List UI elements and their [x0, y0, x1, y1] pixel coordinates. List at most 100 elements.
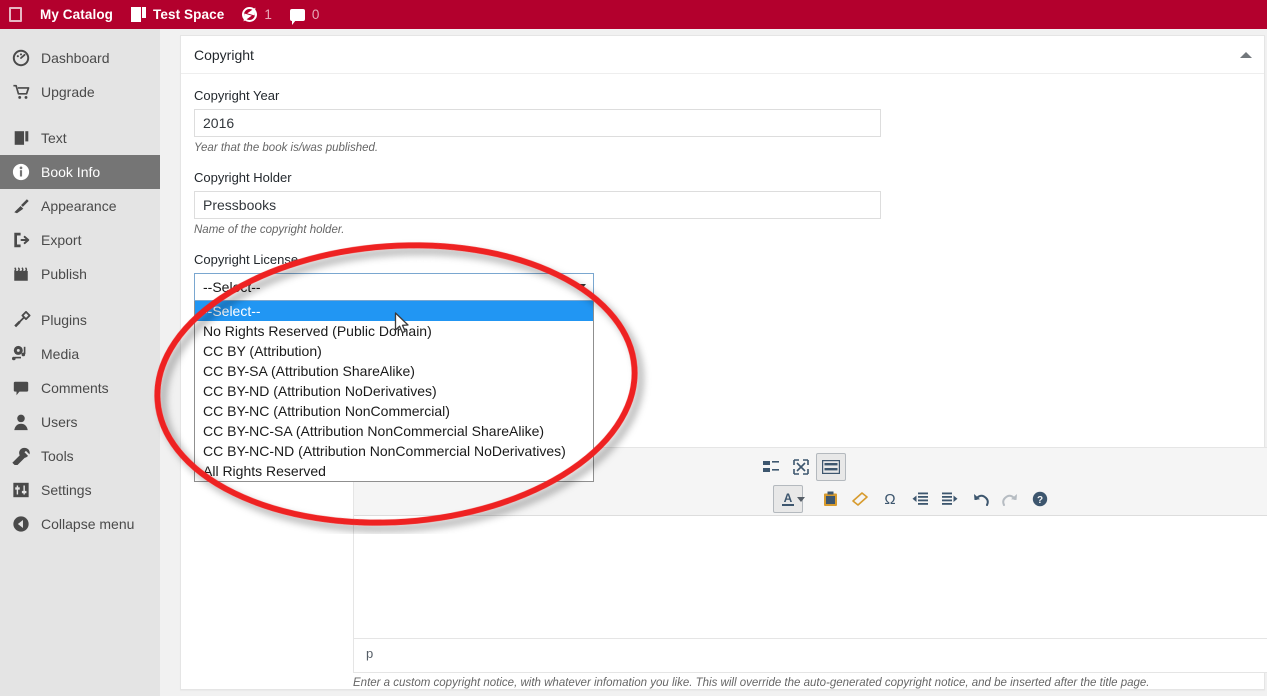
sidebar-item-tools[interactable]: Tools [0, 439, 160, 473]
special-character-icon[interactable]: Ω [875, 485, 905, 513]
wrench-icon [10, 446, 32, 466]
sidebar-item-label: Appearance [41, 198, 117, 214]
sidebar-item-comments[interactable]: Comments [0, 371, 160, 405]
paste-as-text-icon[interactable] [815, 485, 845, 513]
admin-sidebar: Dashboard Upgrade Text Book Info Appeara… [0, 29, 160, 696]
undo-icon[interactable] [965, 485, 995, 513]
cart-icon [10, 82, 32, 102]
editor-element-path: p [366, 646, 374, 661]
svg-text:A: A [784, 491, 793, 505]
license-option[interactable]: All Rights Reserved [195, 461, 593, 481]
book-outline-icon [9, 7, 22, 22]
sidebar-item-export[interactable]: Export [0, 223, 160, 257]
adminbar-my-catalog[interactable]: My Catalog [31, 0, 122, 29]
adminbar-comments-count: 0 [311, 7, 320, 22]
paintbrush-icon [10, 196, 32, 216]
sidebar-item-media[interactable]: Media [0, 337, 160, 371]
license-option[interactable]: CC BY-ND (Attribution NoDerivatives) [195, 381, 593, 401]
fullscreen-icon[interactable] [786, 453, 816, 481]
postbox-body: Copyright Year Year that the book is/was… [181, 74, 1264, 482]
book-icon [10, 128, 32, 148]
sidebar-item-book-info[interactable]: Book Info [0, 155, 160, 189]
sidebar-item-label: Users [41, 414, 78, 430]
sidebar-item-label: Tools [41, 448, 74, 464]
sidebar-item-users[interactable]: Users [0, 405, 160, 439]
sidebar-item-label: Text [41, 130, 67, 146]
book-icon [131, 7, 147, 22]
adminbar-catalog-label: My Catalog [40, 7, 114, 22]
license-option[interactable]: CC BY-NC-ND (Attribution NonCommercial N… [195, 441, 593, 461]
align-blocks-icon[interactable] [756, 453, 786, 481]
license-option[interactable]: CC BY-NC-SA (Attribution NonCommercial S… [195, 421, 593, 441]
license-option[interactable]: CC BY (Attribution) [195, 341, 593, 361]
sidebar-item-settings[interactable]: Settings [0, 473, 160, 507]
copyright-holder-input[interactable] [194, 191, 881, 219]
sidebar-item-label: Settings [41, 482, 92, 498]
text-color-dropdown-icon[interactable] [797, 496, 805, 502]
adminbar-test-space[interactable]: Test Space [122, 0, 233, 29]
redo-icon[interactable] [995, 485, 1025, 513]
adminbar-comments[interactable]: 0 [281, 0, 329, 29]
license-option[interactable]: CC BY-NC (Attribution NonCommercial) [195, 401, 593, 421]
copyright-year-label: Copyright Year [194, 88, 280, 103]
sidebar-item-label: Media [41, 346, 80, 362]
copyright-license-select[interactable]: --Select-- [194, 273, 594, 301]
sidebar-item-upgrade[interactable]: Upgrade [0, 75, 160, 109]
postbox-header: Copyright [181, 36, 1264, 74]
sliders-icon [10, 480, 32, 500]
store-icon [10, 264, 32, 284]
clear-formatting-icon[interactable] [845, 485, 875, 513]
svg-text:Ω: Ω [884, 491, 895, 507]
kitchen-sink-icon[interactable] [816, 453, 846, 481]
sidebar-item-label: Comments [41, 380, 109, 396]
editor-help-text: Enter a custom copyright notice, with wh… [353, 677, 1150, 689]
adminbar-updates-count: 1 [264, 7, 272, 22]
dashboard-icon [10, 48, 32, 68]
sidebar-item-dashboard[interactable]: Dashboard [0, 41, 160, 75]
media-icon [10, 344, 32, 364]
user-icon [10, 412, 32, 432]
sidebar-item-publish[interactable]: Publish [0, 257, 160, 291]
sidebar-item-label: Book Info [41, 164, 101, 180]
svg-text:?: ? [1037, 495, 1043, 506]
mouse-cursor [394, 312, 409, 334]
editor-toolbar-row-2: A Ω ? [356, 483, 1267, 515]
outdent-icon[interactable] [905, 485, 935, 513]
adminbar-updates[interactable]: 1 [233, 0, 281, 29]
sidebar-item-label: Plugins [41, 312, 87, 328]
help-icon[interactable]: ? [1025, 485, 1055, 513]
sidebar-item-label: Dashboard [41, 50, 110, 66]
adminbar-space-label: Test Space [153, 7, 225, 22]
sidebar-item-label: Collapse menu [41, 516, 135, 532]
copyright-license-label: Copyright License [194, 252, 299, 267]
sidebar-item-appearance[interactable]: Appearance [0, 189, 160, 223]
copyright-holder-help: Name of the copyright holder. [194, 224, 345, 236]
copyright-year-help: Year that the book is/was published. [194, 142, 379, 154]
admin-bar: My Catalog Test Space 1 0 [0, 0, 1267, 29]
chevron-up-icon[interactable] [1240, 51, 1252, 58]
license-option[interactable]: CC BY-SA (Attribution ShareAlike) [195, 361, 593, 381]
sidebar-item-label: Upgrade [41, 84, 95, 100]
comment-icon [289, 8, 305, 25]
sidebar-item-plugins[interactable]: Plugins [0, 303, 160, 337]
editor-content-area[interactable] [354, 516, 1267, 638]
editor-status-bar: p [354, 638, 1267, 668]
comment-icon [10, 378, 32, 398]
sidebar-item-collapse-menu[interactable]: Collapse menu [0, 507, 160, 541]
sidebar-item-label: Export [41, 232, 82, 248]
refresh-icon [242, 7, 258, 22]
copyright-holder-label: Copyright Holder [194, 170, 292, 185]
copyright-license-select-wrapper: --Select-- --Select-- No Rights Reserved … [194, 273, 594, 482]
export-icon [10, 230, 32, 250]
copyright-year-input[interactable] [194, 109, 881, 137]
sidebar-item-text[interactable]: Text [0, 121, 160, 155]
chevron-down-icon [576, 284, 586, 290]
collapse-icon [10, 514, 32, 534]
main-content: Copyright Copyright Year Year that the b… [160, 29, 1267, 696]
indent-icon[interactable] [935, 485, 965, 513]
info-icon [10, 162, 32, 182]
adminbar-site-icon-button[interactable] [0, 0, 31, 29]
